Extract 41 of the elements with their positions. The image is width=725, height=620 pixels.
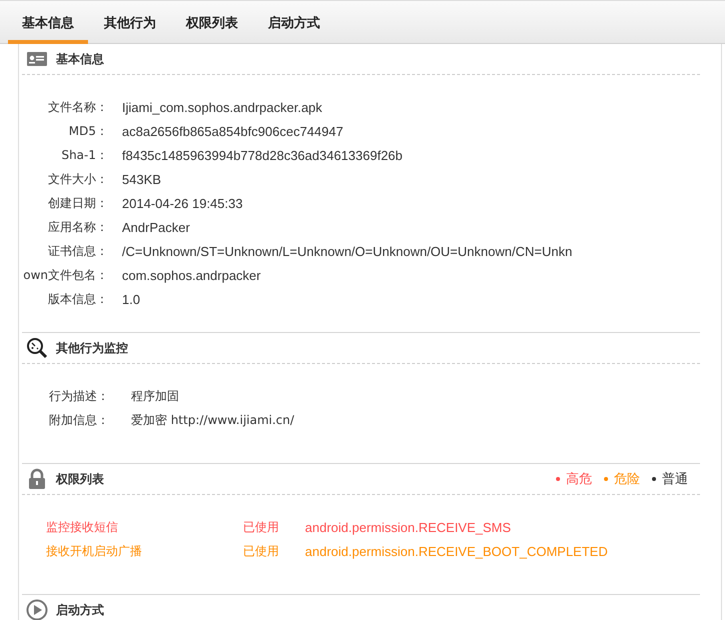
section-title: 基本信息 [56,50,104,68]
permission-name: 监控接收短信 [45,518,119,536]
tab[interactable]: 基本信息 [8,1,88,44]
field-label: 证书信息： [47,242,108,260]
field-label: 文件名称： [47,98,108,116]
magnifier-icon [26,337,48,359]
padlock-icon [26,468,48,490]
field-value: 1.0 [122,292,140,306]
tab[interactable]: 权限列表 [172,1,252,44]
field-value: 543KB [122,172,162,186]
field-label: MD5： [68,122,108,140]
field-label: 版本信息： [47,290,108,308]
legend-label: 危险 [614,471,640,488]
field-label: own文件包名： [22,266,108,284]
permission-status: 已使用 [243,518,280,536]
field-value: Ijiami_com.sophos.andrpacker.apk [122,100,322,114]
field-label: 创建日期： [47,194,108,212]
legend-label: 普通 [662,470,688,488]
section-title: 其他行为监控 [56,340,128,356]
section-title: 启动方式 [56,602,104,618]
field-label: 行为描述： [49,388,109,404]
permission-status: 已使用 [243,542,280,560]
field-label: 文件大小： [47,170,108,188]
field-label: 应用名称： [47,218,108,236]
field-value: com.sophos.andrpacker [122,268,261,282]
field-label: 附加信息： [49,412,109,428]
field-value: ac8a2656fb865a854bfc906cec744947 [122,124,344,138]
field-value: 爱加密 http://www.ijiami.cn/ [131,412,294,428]
field-value: 2014-04-26 19:45:33 [122,196,243,210]
field-value: /C=Unknown/ST=Unknown/L=Unknown/O=Unknown/OU=Unknown/CN=Unkn [122,244,572,258]
legend-label: 高危 [566,471,592,488]
section-title: 权限列表 [56,470,104,488]
permission-id: android.permission.RECEIVE_BOOT_COMPLETED [305,544,608,558]
field-value: AndrPacker [122,220,190,234]
tab[interactable]: 启动方式 [254,1,334,44]
field-value: f8435c1485963994b778d28c36ad34613369f26b [122,148,403,162]
permission-id: android.permission.RECEIVE_SMS [305,520,511,534]
field-label: Sha-1： [60,146,108,164]
field-value: 程序加固 [131,388,179,404]
permission-name: 接收开机启动广播 [45,542,143,560]
tab[interactable]: 其他行为 [90,1,170,44]
